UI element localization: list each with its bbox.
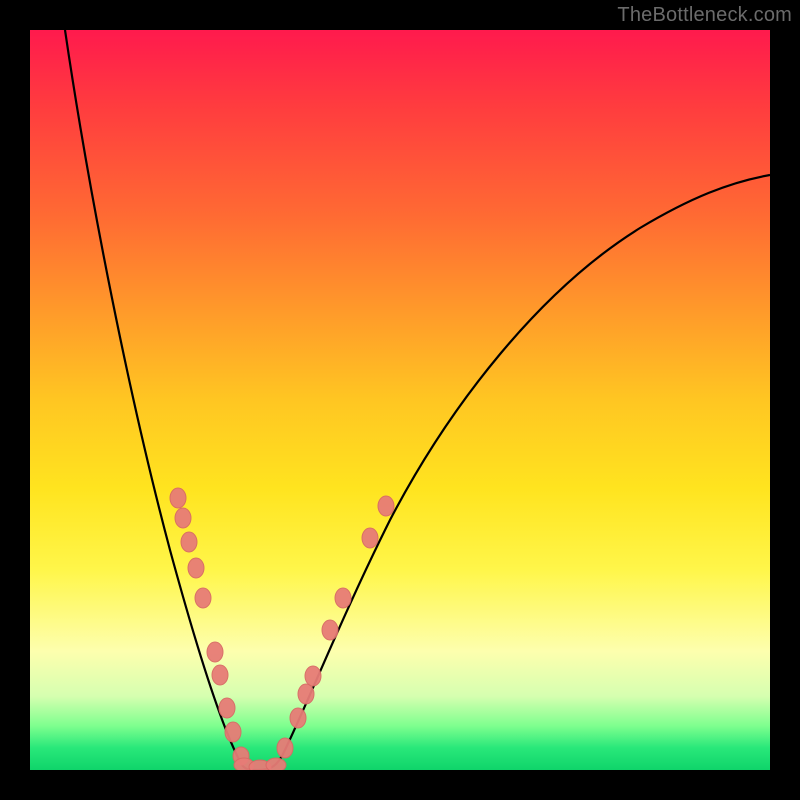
data-marker: [266, 758, 286, 770]
data-marker: [188, 558, 204, 578]
data-marker: [212, 665, 228, 685]
watermark-text: TheBottleneck.com: [617, 4, 792, 27]
chart-frame: [30, 30, 770, 770]
curve-group: [65, 30, 770, 770]
bottleneck-plot: [30, 30, 770, 770]
data-marker: [207, 642, 223, 662]
data-marker: [195, 588, 211, 608]
data-marker: [322, 620, 338, 640]
data-marker: [219, 698, 235, 718]
data-marker: [181, 532, 197, 552]
data-marker: [277, 738, 293, 758]
data-marker: [225, 722, 241, 742]
data-marker: [290, 708, 306, 728]
data-marker: [378, 496, 394, 516]
data-marker: [170, 488, 186, 508]
curve-right: [255, 175, 770, 770]
data-marker: [335, 588, 351, 608]
markers-group: [170, 488, 394, 770]
data-marker: [175, 508, 191, 528]
curve-left: [65, 30, 255, 770]
data-marker: [305, 666, 321, 686]
data-marker: [362, 528, 378, 548]
data-marker: [298, 684, 314, 704]
